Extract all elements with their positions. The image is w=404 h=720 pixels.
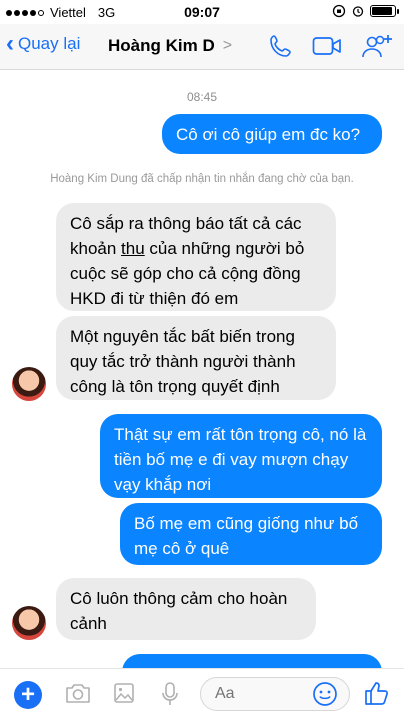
message-text: Cô luôn thông cảm cho hoàn cảnh [70, 589, 288, 633]
message-text: Cô ơi cô giúp em đc ko? [176, 125, 361, 144]
status-bar: Viettel 3G 09:07 [0, 0, 404, 24]
contact-avatar[interactable] [12, 367, 46, 401]
message-text-underlined: thu [121, 239, 145, 258]
photo-icon[interactable] [112, 681, 136, 705]
battery-icon [370, 5, 399, 17]
nav-bar: ‹ Quay lại Hoàng Kim D > [0, 24, 404, 70]
chevron-left-icon: ‹ [6, 30, 14, 57]
system-note: Hoàng Kim Dung đã chấp nhận tin nhắn đan… [50, 173, 354, 185]
thumbs-up-icon[interactable] [362, 679, 390, 707]
back-label: Quay lại [18, 34, 81, 53]
contact-name-button[interactable]: Hoàng Kim D > [108, 36, 232, 56]
message-timestamp: 08:45 [186, 90, 218, 104]
emoji-icon[interactable] [312, 681, 338, 707]
orientation-lock-icon [332, 4, 346, 18]
message-composer: + [0, 668, 404, 720]
contact-name: Hoàng Kim D [108, 36, 215, 55]
nav-icons [268, 32, 394, 60]
microphone-icon[interactable] [160, 681, 180, 707]
message-bubble-incoming[interactable]: Cô sắp ra thông báo tất cả các khoản thu… [56, 203, 336, 311]
message-text: Thật sự em rất tôn trọng cô, nó là tiền … [114, 425, 367, 494]
message-text: Bố mẹ em cũng giống như bố mẹ cô ở quê [134, 514, 359, 558]
message-bubble-outgoing[interactable]: Bố mẹ em cũng giống như bố mẹ cô ở quê [120, 503, 382, 565]
video-call-icon[interactable] [312, 35, 342, 57]
chat-thread[interactable]: 08:45 Cô ơi cô giúp em đc ko? Hoàng Kim … [0, 70, 404, 694]
message-text: Một nguyên tắc bất biến trong quy tắc tr… [70, 327, 296, 396]
status-right [332, 4, 399, 18]
message-bubble-outgoing[interactable]: Thật sự em rất tôn trọng cô, nó là tiền … [100, 414, 382, 498]
message-bubble-outgoing[interactable]: Cô ơi cô giúp em đc ko? [162, 114, 382, 154]
alarm-icon [352, 6, 364, 17]
message-bubble-incoming[interactable]: Cô luôn thông cảm cho hoàn cảnh [56, 578, 316, 640]
contact-avatar[interactable] [12, 606, 46, 640]
chevron-right-icon: > [222, 37, 233, 54]
back-button[interactable]: ‹ Quay lại [6, 30, 81, 57]
phone-call-icon[interactable] [268, 33, 294, 59]
add-people-icon[interactable] [360, 32, 394, 60]
camera-icon[interactable] [64, 681, 92, 705]
plus-icon[interactable]: + [14, 681, 42, 709]
message-bubble-incoming[interactable]: Một nguyên tắc bất biến trong quy tắc tr… [56, 316, 336, 400]
